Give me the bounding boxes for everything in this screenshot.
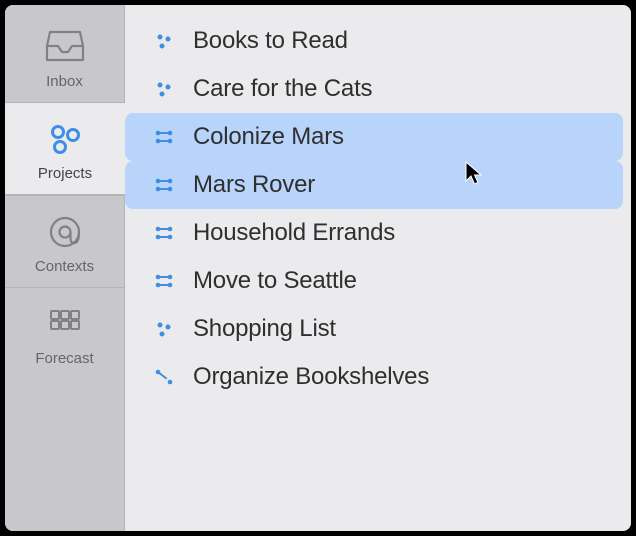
single-actions-icon	[153, 78, 175, 100]
list-item[interactable]: Colonize Mars	[125, 113, 623, 161]
list-item-label: Colonize Mars	[193, 123, 344, 151]
nav-forecast[interactable]: Forecast	[5, 287, 124, 379]
left-nav: Inbox Projects Contexts	[5, 5, 125, 531]
parallel-project-icon	[153, 126, 175, 148]
parallel-project-icon	[153, 270, 175, 292]
list-item[interactable]: Shopping List	[125, 305, 623, 353]
list-item-label: Organize Bookshelves	[193, 363, 429, 391]
project-list: Books to Read Care for the Cats	[125, 5, 631, 531]
nav-label-projects: Projects	[38, 165, 92, 182]
list-item-label: Books to Read	[193, 27, 348, 55]
nav-projects[interactable]: Projects	[5, 102, 125, 195]
nav-label-forecast: Forecast	[35, 350, 93, 367]
contexts-icon	[43, 214, 87, 250]
projects-icon	[43, 121, 87, 157]
nav-contexts[interactable]: Contexts	[5, 195, 124, 287]
nav-label-inbox: Inbox	[46, 73, 83, 90]
list-item-label: Care for the Cats	[193, 75, 372, 103]
parallel-project-icon	[153, 174, 175, 196]
forecast-icon	[43, 306, 87, 342]
nav-inbox[interactable]: Inbox	[5, 11, 124, 102]
list-item-label: Household Errands	[193, 219, 395, 247]
list-item[interactable]: Mars Rover	[125, 161, 623, 209]
single-actions-icon	[153, 318, 175, 340]
single-actions-icon	[153, 30, 175, 52]
list-item-label: Mars Rover	[193, 171, 315, 199]
list-item[interactable]: Household Errands	[125, 209, 623, 257]
sequential-project-icon	[153, 366, 175, 388]
list-item-label: Shopping List	[193, 315, 336, 343]
inbox-icon	[43, 29, 87, 65]
nav-label-contexts: Contexts	[35, 258, 94, 275]
list-item[interactable]: Organize Bookshelves	[125, 353, 623, 401]
list-item[interactable]: Move to Seattle	[125, 257, 623, 305]
app-window: Inbox Projects Contexts	[5, 5, 631, 531]
parallel-project-icon	[153, 222, 175, 244]
list-item[interactable]: Books to Read	[125, 17, 623, 65]
list-item-label: Move to Seattle	[193, 267, 357, 295]
list-item[interactable]: Care for the Cats	[125, 65, 623, 113]
